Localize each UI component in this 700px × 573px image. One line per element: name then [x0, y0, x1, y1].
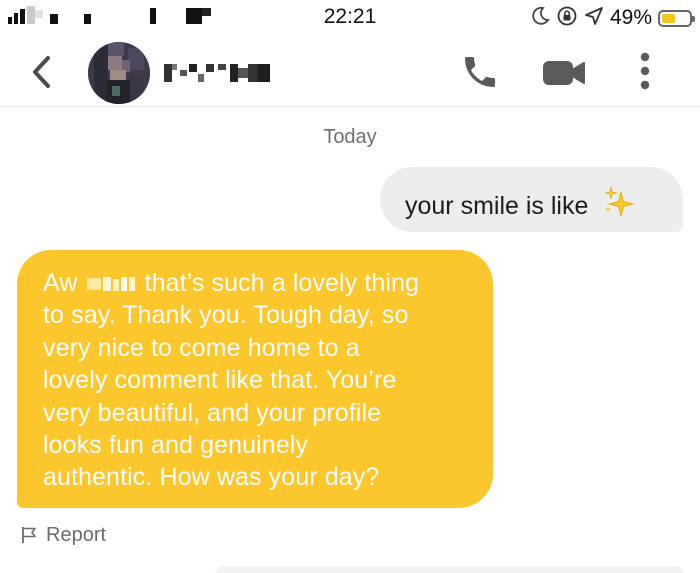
- battery-percent: 49%: [609, 6, 652, 29]
- chat-screen: 22:21 49% Today your smile is like Aw th…: [0, 0, 700, 573]
- call-button[interactable]: [458, 52, 502, 92]
- conversation-header: [0, 40, 700, 107]
- message-line: very nice to come home to a: [43, 333, 360, 362]
- next-message-peek: [215, 566, 685, 573]
- message-text: Aw: [43, 269, 78, 297]
- status-icons: 49%: [530, 5, 695, 32]
- flag-icon: [22, 527, 36, 543]
- moon-icon: [530, 6, 550, 31]
- rotation-lock-icon: [556, 5, 578, 32]
- message-line: looks fun and genuinely: [43, 431, 308, 460]
- avatar[interactable]: [88, 42, 150, 104]
- message-line: authentic. How was your day?: [43, 463, 380, 492]
- video-call-button[interactable]: [540, 52, 588, 92]
- report-button[interactable]: Report: [20, 522, 106, 548]
- phone-icon: [465, 57, 495, 87]
- contact-name-redacted[interactable]: [164, 60, 274, 84]
- incoming-message[interactable]: Aw that’s such a lovely thing to say. Th…: [17, 250, 493, 508]
- sparkles-icon: [603, 186, 635, 225]
- outgoing-message[interactable]: your smile is like: [380, 167, 683, 232]
- video-camera-icon: [543, 61, 585, 85]
- outgoing-message-text: your smile is like: [405, 192, 589, 220]
- date-separator: Today: [323, 126, 377, 148]
- vertical-dots-icon: [640, 52, 650, 90]
- back-button[interactable]: [22, 52, 62, 92]
- message-text: that’s such a lovely thing: [144, 269, 420, 297]
- battery-icon: [658, 9, 695, 27]
- message-line: very beautiful, and your profile: [43, 398, 382, 427]
- battery-level: [662, 13, 675, 23]
- location-arrow-icon: [584, 6, 604, 31]
- status-bar: 22:21 49%: [0, 0, 700, 40]
- message-line: lovely comment like that. You’re: [43, 366, 397, 395]
- report-label: Report: [46, 523, 107, 546]
- message-line: to say. Thank you. Tough day, so: [43, 301, 409, 330]
- battery-tip: [692, 15, 695, 22]
- chevron-left-icon: [33, 56, 50, 88]
- more-options-button[interactable]: [632, 50, 658, 94]
- redacted-name: [86, 269, 143, 291]
- message-line: Aw that’s such a lovely thing: [43, 267, 473, 299]
